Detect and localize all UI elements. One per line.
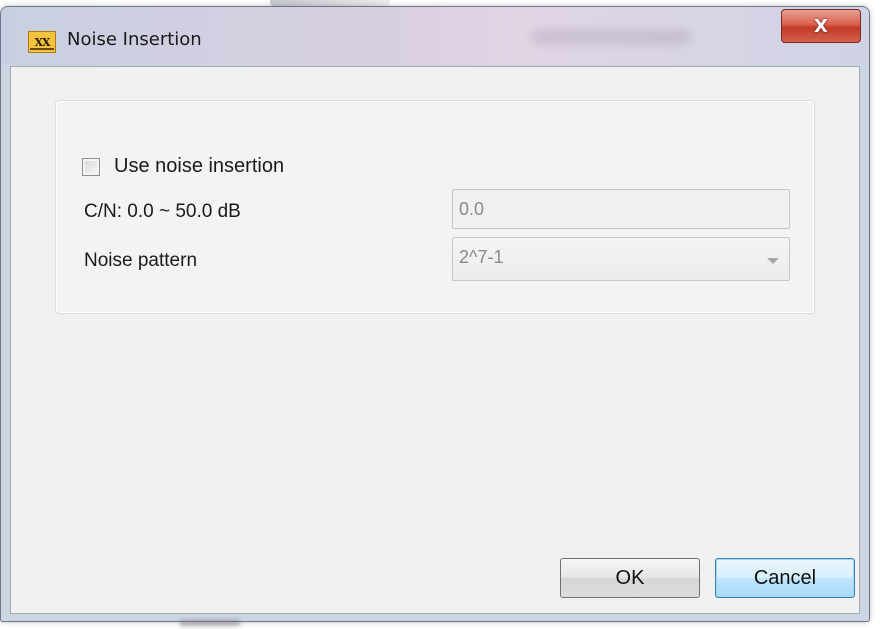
dialog-content: Use noise insertion C/N: 0.0 ~ 50.0 dB N… xyxy=(10,66,860,614)
background-window-fragment-bottom xyxy=(180,620,240,626)
use-noise-insertion-checkbox[interactable] xyxy=(82,157,100,176)
close-icon: X xyxy=(814,15,828,37)
noise-settings-group: Use noise insertion C/N: 0.0 ~ 50.0 dB N… xyxy=(55,100,815,314)
title-bar-reflection xyxy=(531,29,691,45)
chevron-down-icon[interactable] xyxy=(767,258,779,264)
ok-button[interactable]: OK xyxy=(560,558,700,598)
title-bar[interactable]: XX Noise Insertion X xyxy=(1,7,869,65)
cn-value-input[interactable] xyxy=(452,189,790,229)
use-noise-insertion-label[interactable]: Use noise insertion xyxy=(114,155,284,178)
screen: XX Noise Insertion X Use noise insertion… xyxy=(0,0,882,629)
noise-pattern-selected-value: 2^7-1 xyxy=(459,247,504,267)
noise-pattern-select[interactable]: 2^7-1 xyxy=(452,237,790,281)
dialog-title: Noise Insertion xyxy=(67,29,202,50)
cn-range-label: C/N: 0.0 ~ 50.0 dB xyxy=(84,201,241,222)
cancel-button[interactable]: Cancel xyxy=(715,558,855,598)
app-logo-icon: XX xyxy=(28,31,56,53)
close-button[interactable]: X xyxy=(781,9,861,43)
noise-insertion-dialog: XX Noise Insertion X Use noise insertion… xyxy=(0,6,870,622)
noise-pattern-label: Noise pattern xyxy=(84,250,198,271)
use-noise-insertion-option[interactable]: Use noise insertion xyxy=(82,155,284,178)
